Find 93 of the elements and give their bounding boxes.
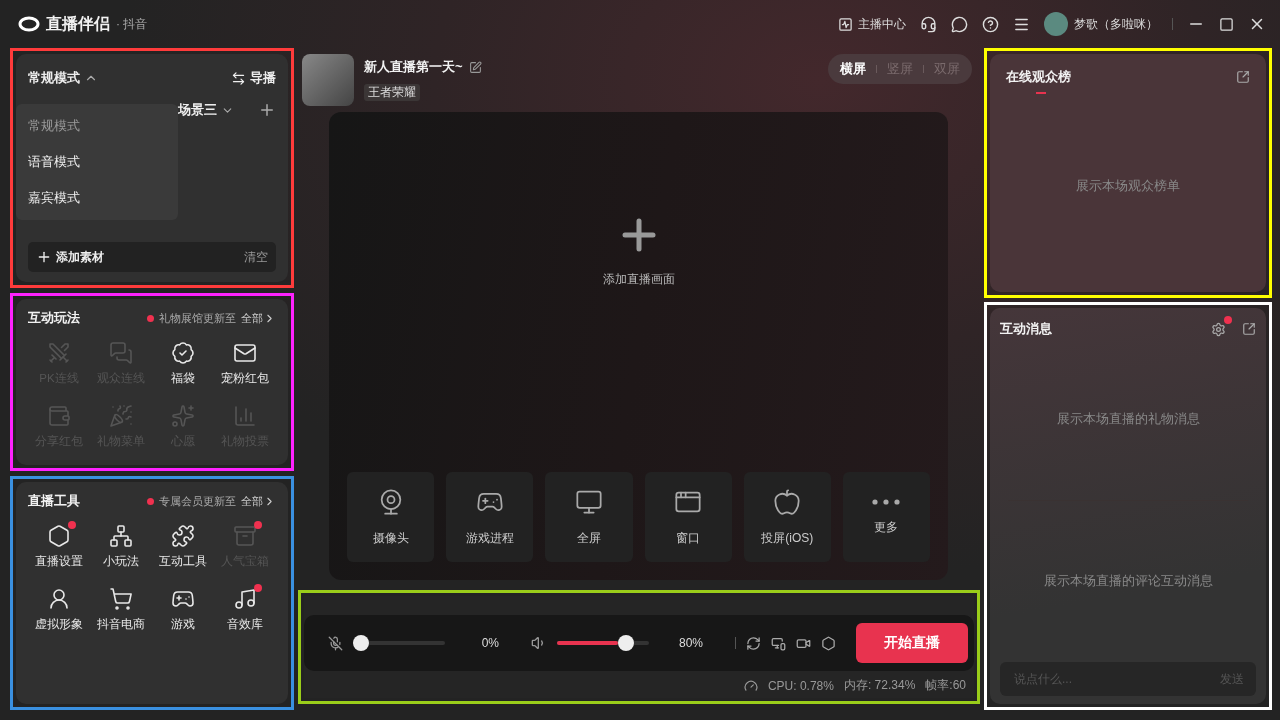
notification-dot xyxy=(147,314,154,322)
dropdown-item[interactable]: 常规模式 xyxy=(16,108,178,144)
source-button[interactable]: 游戏进程 xyxy=(446,472,534,562)
dropdown-item[interactable]: 嘉宾模式 xyxy=(16,180,178,216)
swords-icon xyxy=(47,341,71,365)
source-button[interactable]: 投屏(iOS) xyxy=(743,472,831,562)
photo-placeholder xyxy=(302,54,354,106)
refresh-icon[interactable] xyxy=(746,635,761,651)
volume-reading: 0% xyxy=(480,636,499,650)
tool-item[interactable]: 虚拟形象 xyxy=(28,581,90,638)
source-button[interactable]: 窗口 xyxy=(644,472,732,562)
mic-off-icon[interactable] xyxy=(328,635,343,651)
plus-icon xyxy=(36,249,52,265)
slider-thumb[interactable] xyxy=(353,635,369,651)
orientation-tab[interactable]: 横屏 xyxy=(838,60,868,78)
badge-icon xyxy=(171,341,195,365)
hexagon-icon[interactable] xyxy=(821,635,836,651)
slider-fill xyxy=(557,641,618,645)
status-text: 帧率:60 xyxy=(925,677,966,694)
edit-icon[interactable] xyxy=(468,60,482,74)
notification-dot xyxy=(147,497,154,505)
help-icon[interactable] xyxy=(982,15,999,33)
slider[interactable] xyxy=(353,635,445,651)
tool-item[interactable]: 音效库 xyxy=(214,581,276,638)
source-button[interactable]: 摄像头 xyxy=(347,472,435,562)
tool-item[interactable]: 小玩法 xyxy=(90,518,152,575)
tool-item[interactable]: 宠粉红包 xyxy=(214,335,276,392)
tool-item[interactable]: 游戏 xyxy=(152,581,214,638)
person-icon xyxy=(47,587,71,611)
tool-item[interactable]: 福袋 xyxy=(152,335,214,392)
stream-title: 新人直播第一天~ xyxy=(364,58,463,76)
anchor-center-link[interactable]: 主播中心 xyxy=(838,15,906,33)
chart-icon xyxy=(838,16,853,32)
popout-icon[interactable] xyxy=(1242,322,1256,336)
more-icon xyxy=(872,498,901,505)
envelope-icon xyxy=(233,341,257,365)
headset-icon[interactable] xyxy=(920,15,937,33)
dropdown-item[interactable]: 语音模式 xyxy=(16,144,178,180)
panel-title: 在线观众榜 xyxy=(1006,68,1071,86)
add-scene-icon[interactable] xyxy=(258,101,276,119)
all-link[interactable]: 全部 xyxy=(241,493,276,509)
slider-thumb[interactable] xyxy=(617,635,634,651)
avatar[interactable] xyxy=(1044,12,1068,36)
tool-item[interactable]: 互动工具 xyxy=(152,518,214,575)
maximize-icon[interactable] xyxy=(1219,16,1234,32)
cart-icon xyxy=(109,587,133,611)
panel-title: 互动玩法 xyxy=(28,309,80,327)
volume-reading: 80% xyxy=(677,636,703,650)
source-button[interactable]: 全屏 xyxy=(545,472,633,562)
hexagon-icon xyxy=(47,524,71,548)
app-name: 直播伴侣 xyxy=(46,13,110,34)
chat-bubbles-icon xyxy=(109,341,133,365)
gauge-icon xyxy=(743,678,758,693)
empty-message: 展示本场直播的评论互动消息 xyxy=(1043,572,1213,591)
sparkles-icon xyxy=(171,404,195,428)
party-popper-icon xyxy=(109,404,133,428)
chat-icon[interactable] xyxy=(951,15,968,33)
puzzle-icon xyxy=(171,524,195,548)
add-scene-button[interactable]: 添加直播画面 xyxy=(596,210,681,289)
network-icon xyxy=(109,524,133,548)
category-tag: 王者荣耀 xyxy=(364,84,420,101)
update-notice: 礼物展馆更新至 xyxy=(159,310,236,326)
wallet-icon xyxy=(47,404,71,428)
apple-icon xyxy=(773,487,802,516)
music-icon xyxy=(233,587,257,611)
popout-icon[interactable] xyxy=(1236,70,1250,84)
status-text: CPU: 0.78% xyxy=(767,678,834,693)
logo-icon xyxy=(18,16,40,32)
bar-chart-icon xyxy=(233,404,257,428)
slider[interactable] xyxy=(557,635,649,651)
add-material-button[interactable]: 添加素材 xyxy=(36,248,104,266)
devices-icon[interactable] xyxy=(771,635,786,651)
empty-message: 展示本场观众榜单 xyxy=(1076,177,1180,195)
clear-button[interactable]: 清空 xyxy=(244,248,268,266)
panel-title: 直播工具 xyxy=(28,492,80,510)
tool-item[interactable]: 抖音电商 xyxy=(90,581,152,638)
empty-message: 展示本场直播的礼物消息 xyxy=(1056,409,1200,428)
panel-title: 互动消息 xyxy=(1000,320,1052,338)
mode-selector[interactable]: 常规模式 xyxy=(28,69,98,87)
settings-icon[interactable] xyxy=(1211,321,1226,337)
tab-indicator xyxy=(1036,92,1046,94)
source-button[interactable]: 更多 xyxy=(842,472,931,562)
tool-item[interactable]: 直播设置 xyxy=(28,518,90,575)
scene-tab[interactable]: 场景三 xyxy=(178,101,234,119)
status-text: 内存: 72.34% xyxy=(843,677,916,694)
platform-label: · 抖音 xyxy=(116,15,148,33)
director-button[interactable]: 导播 xyxy=(231,69,276,87)
box-icon xyxy=(233,524,257,548)
start-live-button[interactable]: 开始直播 xyxy=(856,623,968,663)
swap-icon xyxy=(231,70,246,86)
user-name: 梦歌（多啦咪） xyxy=(1074,15,1158,33)
update-notice: 专属会员更新至 xyxy=(159,493,236,509)
all-link[interactable]: 全部 xyxy=(241,310,276,326)
